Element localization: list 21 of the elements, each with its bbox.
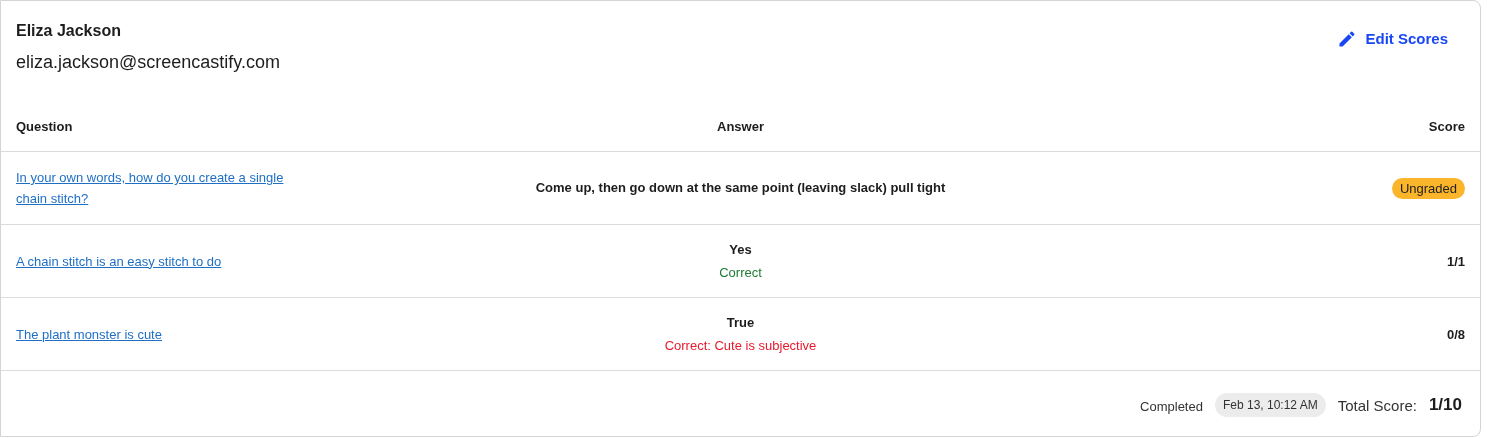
total-score-label: Total Score: — [1337, 395, 1417, 416]
completed-date: Feb 13, 10:12 AM — [1214, 393, 1326, 417]
answer-text: True — [726, 314, 755, 332]
column-header: Question — [16, 117, 73, 136]
question-link[interactable]: In your own words, how do you create a single chain stitch? — [16, 167, 286, 209]
column-header: Score — [1428, 117, 1465, 136]
total-score-value: 1/10 — [1428, 393, 1462, 416]
question-link[interactable]: The plant monster is cute — [16, 323, 286, 345]
student-email: eliza.jackson@screencastify.com — [16, 51, 281, 74]
answer-text: Come up, then go down at the same point (leaving slack) pull tight — [535, 179, 946, 198]
score-value: 1/1 — [1446, 254, 1465, 269]
student-name: Eliza Jackson — [16, 21, 122, 41]
status-badge: Ungraded — [1391, 178, 1465, 199]
question-link[interactable]: A chain stitch is an easy stitch to do — [16, 250, 286, 272]
answer-feedback: Correct — [719, 263, 762, 282]
answer-text: Yes — [729, 241, 752, 259]
score-value: 0/8 — [1446, 327, 1465, 342]
answer-feedback: Correct: Cute is subjective — [664, 336, 817, 355]
column-header: Answer — [717, 117, 764, 136]
completed-label: Completed — [1140, 397, 1203, 416]
edit-scores-button[interactable]: Edit Scores — [1337, 28, 1448, 51]
